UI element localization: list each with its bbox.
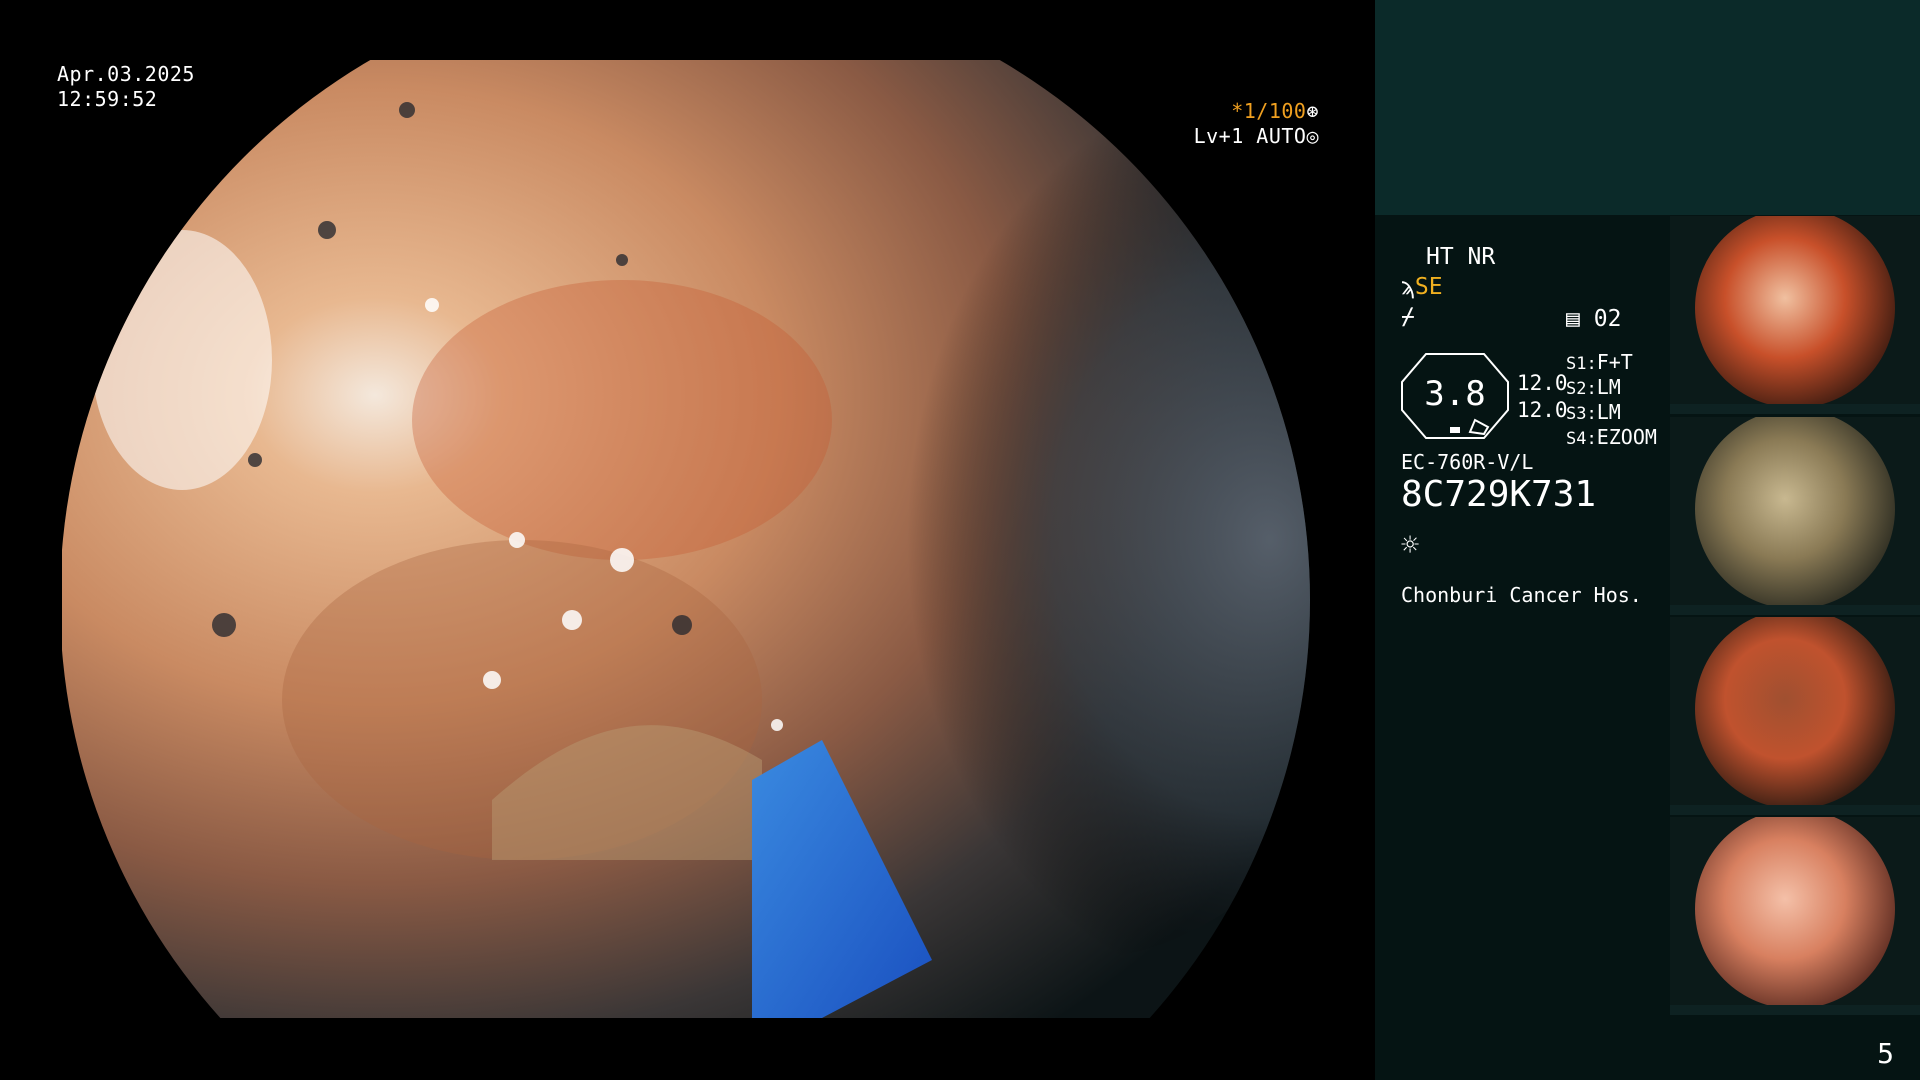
switch-row-3: S3:LM <box>1566 399 1621 425</box>
thumbnail-1[interactable] <box>1670 216 1920 414</box>
switch-value: LM <box>1596 375 1621 399</box>
page-number: 5 <box>1877 1037 1894 1070</box>
thumbnail-3[interactable] <box>1670 617 1920 815</box>
thumbnail-caption <box>1670 1005 1920 1015</box>
switch-value: F+T <box>1596 350 1633 374</box>
structure-icon: ϡ <box>1401 274 1415 300</box>
switch-key: S3: <box>1566 404 1597 424</box>
side-header <box>1375 0 1920 215</box>
iris-icon: ◎ <box>1306 124 1319 148</box>
hospital-name: Chonburi Cancer Hos. <box>1401 583 1642 607</box>
serial-number: 8C729K731 <box>1401 474 1597 515</box>
date-text: Apr.03.2025 <box>57 62 195 86</box>
preset-number: 02 <box>1593 306 1622 332</box>
enhancement-text: HT NR <box>1426 244 1496 270</box>
zoom-sub1: 12.0 <box>1517 371 1568 395</box>
structure-mode: ϡSE <box>1401 274 1443 300</box>
switch-value: EZOOM <box>1596 425 1657 449</box>
switch-key: S4: <box>1566 429 1597 449</box>
aperture-icon: ⊛ <box>1306 99 1319 123</box>
thumbnail-4[interactable] <box>1670 817 1920 1015</box>
thumbnail-2[interactable] <box>1670 417 1920 615</box>
endoscopy-image <box>62 60 1314 1018</box>
switch-value: LM <box>1596 400 1621 424</box>
datetime-display: Apr.03.2025 12:59:52 <box>57 62 195 112</box>
preset-icon: ▤ <box>1566 306 1580 332</box>
structure-mode-text: SE <box>1414 274 1443 300</box>
freeze-icon: ⌿ <box>1401 304 1415 330</box>
preset-indicator: ▤ 02 <box>1566 306 1621 332</box>
switch-key: S2: <box>1566 379 1597 399</box>
switch-row-4: S4:EZOOM <box>1566 424 1657 450</box>
thumbnail-caption <box>1670 404 1920 414</box>
zoom-sub2: 12.0 <box>1517 398 1568 422</box>
scope-model: EC-760R-V/L <box>1401 450 1534 474</box>
thumbnail-caption <box>1670 805 1920 815</box>
zoom-value: 3.8 <box>1424 374 1486 414</box>
time-text: 12:59:52 <box>57 87 158 111</box>
switch-key: S1: <box>1566 354 1597 374</box>
switch-row-1: S1:F+T <box>1566 349 1633 375</box>
thumbnail-caption <box>1670 605 1920 615</box>
switch-row-2: S2:LM <box>1566 374 1621 400</box>
iris-mode-text: Lv+1 AUTO <box>1193 124 1307 148</box>
light-icon: ☼ <box>1401 528 1420 563</box>
shutter-speed-text: *1/100 <box>1231 99 1307 123</box>
exposure-indicator: *1/100⊛ Lv+1 AUTO◎ <box>1194 99 1319 149</box>
